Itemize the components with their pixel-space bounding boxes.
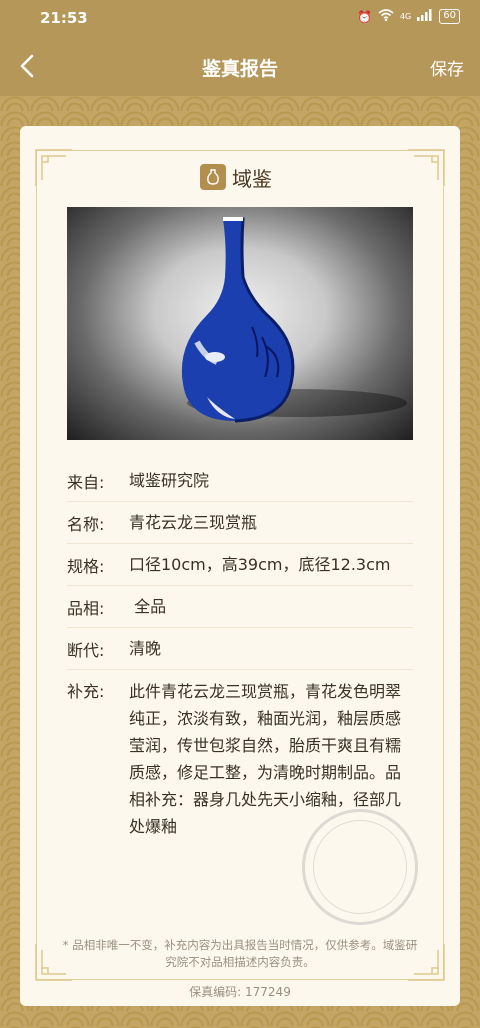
report-details: 来自: 域鉴研究院 名称: 青花云龙三现赏瓶 规格: 口径10cm，高39cm，… (67, 460, 413, 840)
nav-bar: 鉴真报告 保存 (0, 38, 480, 96)
alarm-icon: ⏰ (357, 9, 372, 24)
detail-row-source: 来自: 域鉴研究院 (67, 460, 413, 502)
row-value: 口径10cm，高39cm，底径12.3cm (129, 555, 391, 574)
status-bar: 21:53 ⏰ 4G 60 (0, 0, 480, 36)
row-value: 域鉴研究院 (129, 471, 210, 490)
row-label: 来自: (67, 472, 105, 492)
row-value: 青花云龙三现赏瓶 (129, 513, 258, 532)
detail-row-condition: 品相: 全品 (67, 586, 413, 628)
battery-icon: 60 (439, 9, 460, 24)
signal-icon (417, 9, 433, 24)
detail-row-period: 断代: 清晚 (67, 628, 413, 670)
vase-logo-icon (200, 164, 226, 190)
status-time: 21:53 (40, 9, 88, 27)
corner-ornament-icon (406, 148, 446, 188)
detail-row-name: 名称: 青花云龙三现赏瓶 (67, 502, 413, 544)
row-label: 名称: (67, 514, 105, 534)
row-value: 清晚 (129, 639, 162, 658)
wifi-icon (378, 9, 394, 24)
item-photo[interactable] (67, 207, 413, 440)
row-value: 全品 (129, 597, 167, 616)
row-label: 断代: (67, 640, 105, 660)
row-label: 品相: (67, 598, 105, 618)
corner-ornament-icon (34, 148, 74, 188)
top-bar: 21:53 ⏰ 4G 60 鉴真报告 保存 (0, 0, 480, 96)
save-button[interactable]: 保存 (430, 55, 464, 80)
row-label: 补充: (67, 682, 105, 701)
vase-image-icon (181, 217, 407, 423)
disclaimer-text: * 品相非唯一不变，补充内容为出具报告当时情况，仅供参考。域鉴研究院不对品相描述… (62, 938, 418, 969)
detail-row-spec: 规格: 口径10cm，高39cm，底径12.3cm (67, 544, 413, 586)
brand-name: 域鉴 (232, 166, 272, 191)
seal-inner-ring (302, 809, 418, 925)
status-icons: ⏰ 4G 60 (357, 9, 460, 24)
network-label: 4G (399, 12, 412, 21)
page-title: 鉴真报告 (201, 58, 278, 80)
row-label: 规格: (67, 556, 105, 576)
serial-number: 保真编码: 177249 (189, 985, 291, 999)
brand-logo: 域鉴 (200, 162, 290, 192)
report-card: 域鉴 来自: 域鉴研究院 名称: 青花云龙三现赏瓶 规格: 口径10cm，高39… (20, 126, 460, 1006)
